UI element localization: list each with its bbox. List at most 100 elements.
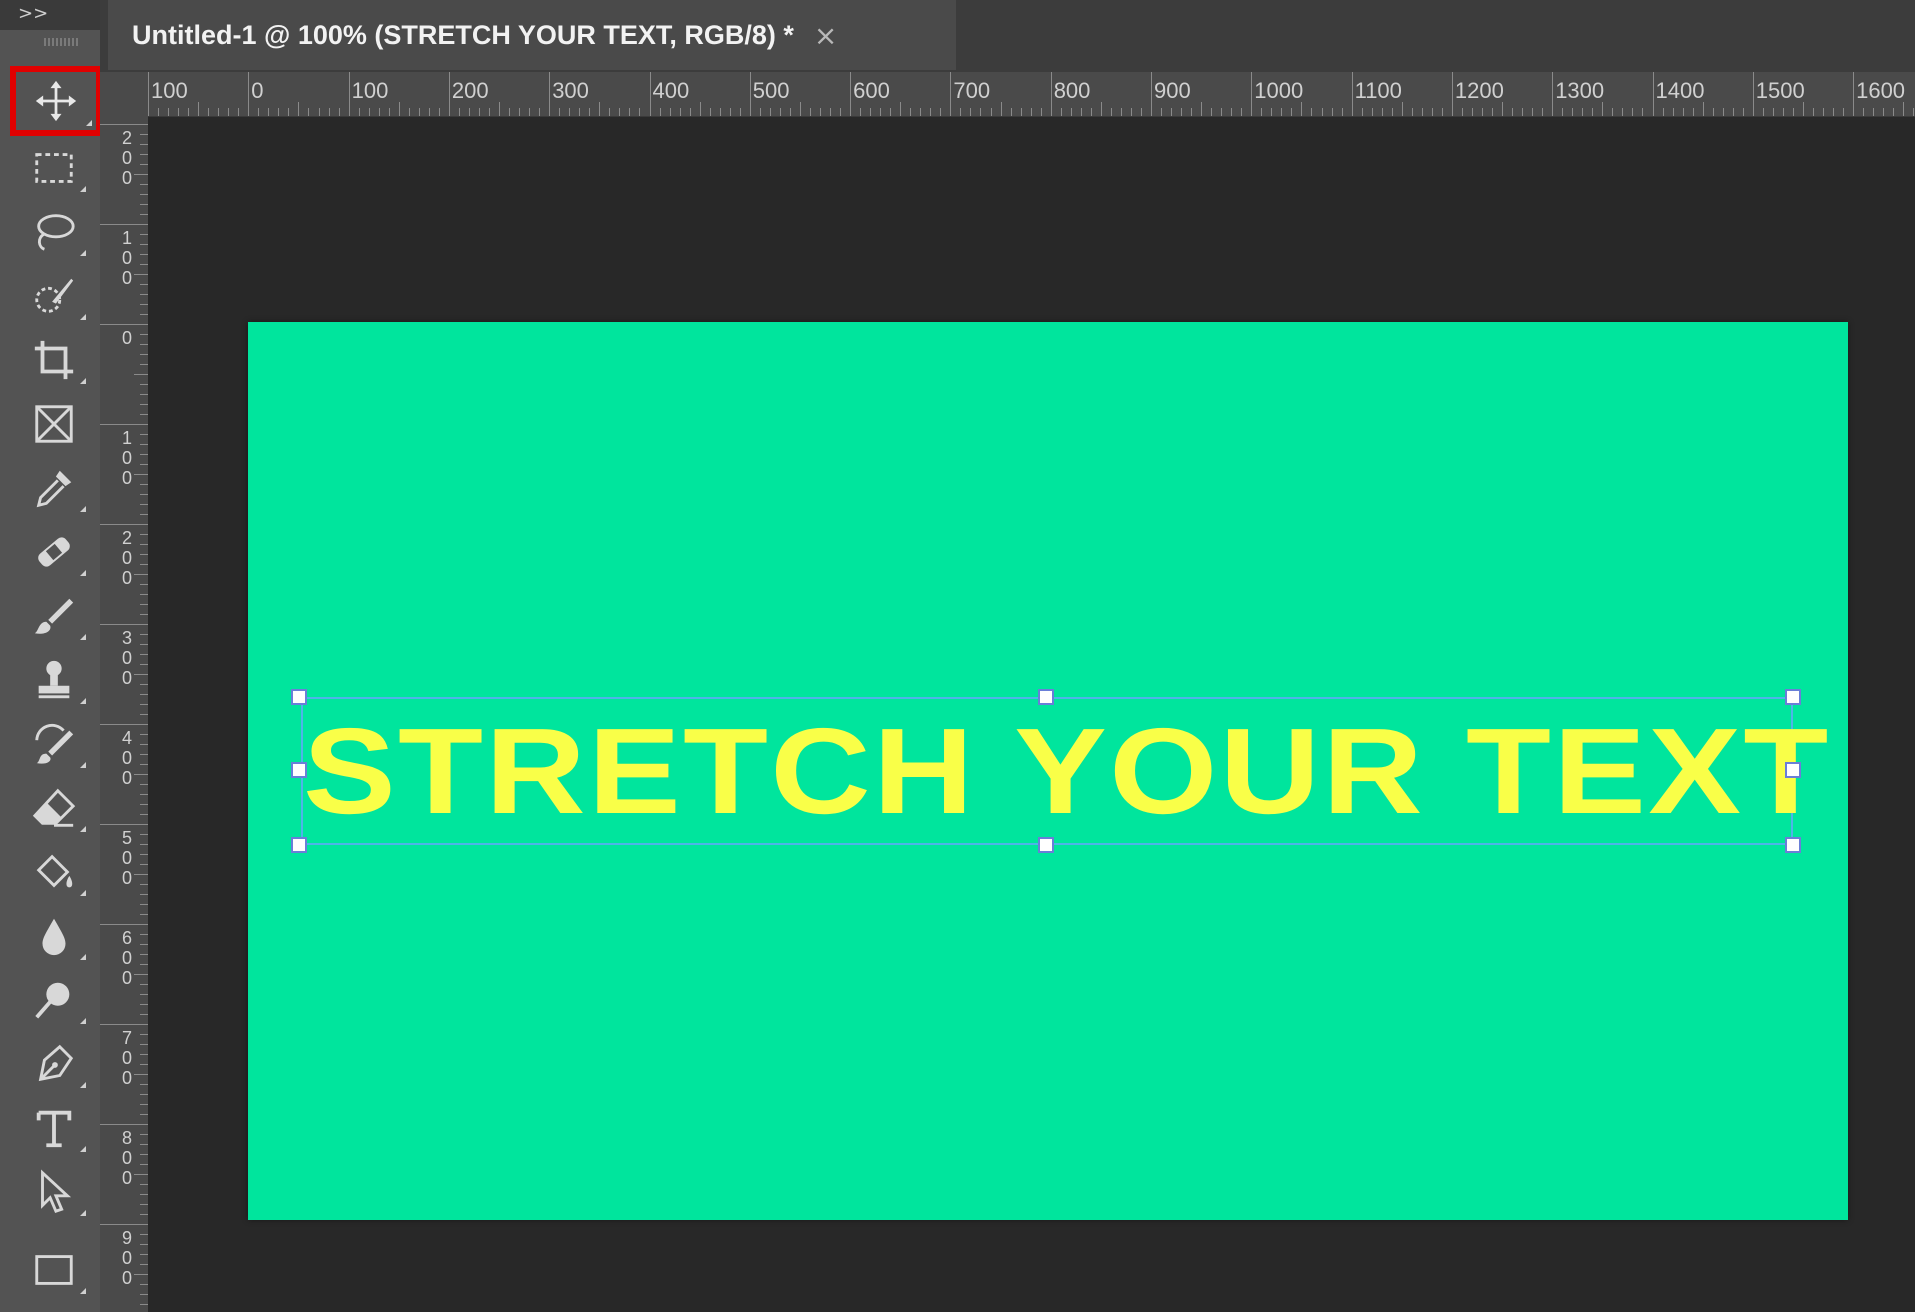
ruler-minor-tick <box>158 108 160 116</box>
paint-bucket-icon <box>36 854 73 888</box>
marquee-tool[interactable] <box>14 138 94 198</box>
eraser-icon <box>32 788 76 827</box>
ruler-major-tick <box>950 72 952 116</box>
ruler-minor-tick <box>579 108 581 116</box>
history-brush-icon <box>35 723 74 764</box>
ruler-minor-tick <box>140 354 148 355</box>
ruler-minor-tick <box>140 944 148 945</box>
quick-selection-tool[interactable] <box>14 266 94 326</box>
ruler-minor-tick <box>140 1134 148 1135</box>
ruler-minor-tick <box>900 102 902 116</box>
healing-brush-tool[interactable] <box>14 522 94 582</box>
transform-handle-middle-left[interactable] <box>291 762 307 778</box>
ruler-minor-tick <box>1301 102 1303 116</box>
ruler-minor-tick <box>238 108 240 116</box>
ruler-minor-tick <box>1221 108 1223 116</box>
frame-icon <box>35 405 73 443</box>
ruler-minor-tick <box>1522 108 1524 116</box>
ruler-minor-tick <box>629 108 631 116</box>
dodge-tool[interactable] <box>14 970 94 1030</box>
ruler-tick-label: 800 <box>1053 78 1091 103</box>
ruler-minor-tick <box>140 814 148 815</box>
ruler-minor-tick <box>140 414 148 415</box>
ruler-minor-tick <box>338 108 340 116</box>
ruler-minor-tick <box>840 108 842 116</box>
ruler-minor-tick <box>1311 108 1313 116</box>
ruler-minor-tick <box>140 434 148 435</box>
ruler-tick-label: 600 <box>121 928 132 988</box>
ruler-major-tick <box>100 324 148 325</box>
ruler-minor-tick <box>489 108 491 116</box>
ruler-minor-tick <box>719 108 721 116</box>
brush-tool[interactable] <box>14 586 94 646</box>
transform-handle-top-center[interactable] <box>1038 689 1054 705</box>
rectangle-tool[interactable] <box>14 1240 94 1300</box>
ruler-minor-tick <box>140 1254 148 1255</box>
ruler-minor-tick <box>1080 108 1082 116</box>
ruler-minor-tick <box>140 334 148 335</box>
vertical-ruler[interactable]: 200 100 0 100 200 300 400 500 600 700 800 900 <box>100 116 148 1312</box>
text-layer-bounding-box[interactable]: STRETCH YOUR TEXT <box>301 697 1828 845</box>
ruler-minor-tick <box>140 1064 148 1065</box>
ruler-major-tick <box>100 1024 148 1025</box>
ruler-minor-tick <box>428 108 430 116</box>
clone-stamp-tool[interactable] <box>14 650 94 710</box>
ruler-minor-tick <box>478 108 480 116</box>
ruler-minor-tick <box>769 108 771 116</box>
ruler-tick-label: 500 <box>752 78 790 103</box>
ruler-minor-tick <box>1020 108 1022 116</box>
transform-handle-bottom-center[interactable] <box>1038 837 1054 853</box>
blur-tool[interactable] <box>14 906 94 966</box>
ruler-minor-tick <box>980 108 982 116</box>
ruler-minor-tick <box>134 674 148 675</box>
transform-handle-bottom-right[interactable] <box>1785 837 1801 853</box>
collapse-panel-button[interactable]: >> <box>0 0 100 30</box>
document-title: Untitled-1 @ 100% (STRETCH YOUR TEXT, RG… <box>132 19 794 50</box>
ruler-minor-tick <box>140 954 148 955</box>
ruler-minor-tick <box>140 1094 148 1095</box>
move-tool[interactable] <box>10 66 102 136</box>
ruler-minor-tick <box>140 254 148 255</box>
ruler-minor-tick <box>140 314 148 315</box>
transform-handle-bottom-left[interactable] <box>291 837 307 853</box>
ruler-tick-label: 1200 <box>1454 78 1504 103</box>
ruler-major-tick <box>100 524 148 525</box>
type-tool[interactable] <box>14 1098 94 1158</box>
ruler-minor-tick <box>890 108 892 116</box>
transform-handle-top-left[interactable] <box>291 689 307 705</box>
ruler-minor-tick <box>140 1144 148 1145</box>
ruler-minor-tick <box>1873 108 1875 116</box>
path-selection-tool[interactable] <box>14 1162 94 1222</box>
ruler-minor-tick <box>140 204 148 205</box>
ruler-minor-tick <box>140 144 148 145</box>
horizontal-ruler[interactable]: 100 0 100 200 300 400 500 600 700 800 900 1000 1100 1… <box>100 72 1915 117</box>
ruler-minor-tick <box>134 1174 148 1175</box>
ruler-minor-tick <box>1692 108 1694 116</box>
transform-handle-middle-right[interactable] <box>1785 762 1801 778</box>
pen-tool[interactable] <box>14 1034 94 1094</box>
ruler-minor-tick <box>140 1234 148 1235</box>
paint-bucket-tool[interactable] <box>14 842 94 902</box>
ruler-minor-tick <box>519 108 521 116</box>
ruler-minor-tick <box>140 984 148 985</box>
frame-tool[interactable] <box>14 394 94 454</box>
crop-tool[interactable] <box>14 330 94 390</box>
ruler-minor-tick <box>140 934 148 935</box>
close-icon[interactable]: × <box>814 19 837 52</box>
ruler-minor-tick <box>1140 108 1142 116</box>
ruler-major-tick <box>148 72 149 116</box>
ruler-minor-tick <box>140 1184 148 1185</box>
transform-handle-top-right[interactable] <box>1785 689 1801 705</box>
ruler-minor-tick <box>1000 102 1002 116</box>
eraser-tool[interactable] <box>14 778 94 838</box>
ruler-tick-label: 100 <box>151 78 188 103</box>
ruler-major-tick <box>100 924 148 925</box>
history-brush-tool[interactable] <box>14 714 94 774</box>
document-tab[interactable]: Untitled-1 @ 100% (STRETCH YOUR TEXT, RG… <box>108 0 956 70</box>
ruler-minor-tick <box>140 1304 148 1305</box>
lasso-tool[interactable] <box>14 202 94 262</box>
eyedropper-tool[interactable] <box>14 458 94 518</box>
panel-grip[interactable] <box>44 38 78 46</box>
ruler-minor-tick <box>140 904 148 905</box>
ruler-minor-tick <box>140 384 148 385</box>
